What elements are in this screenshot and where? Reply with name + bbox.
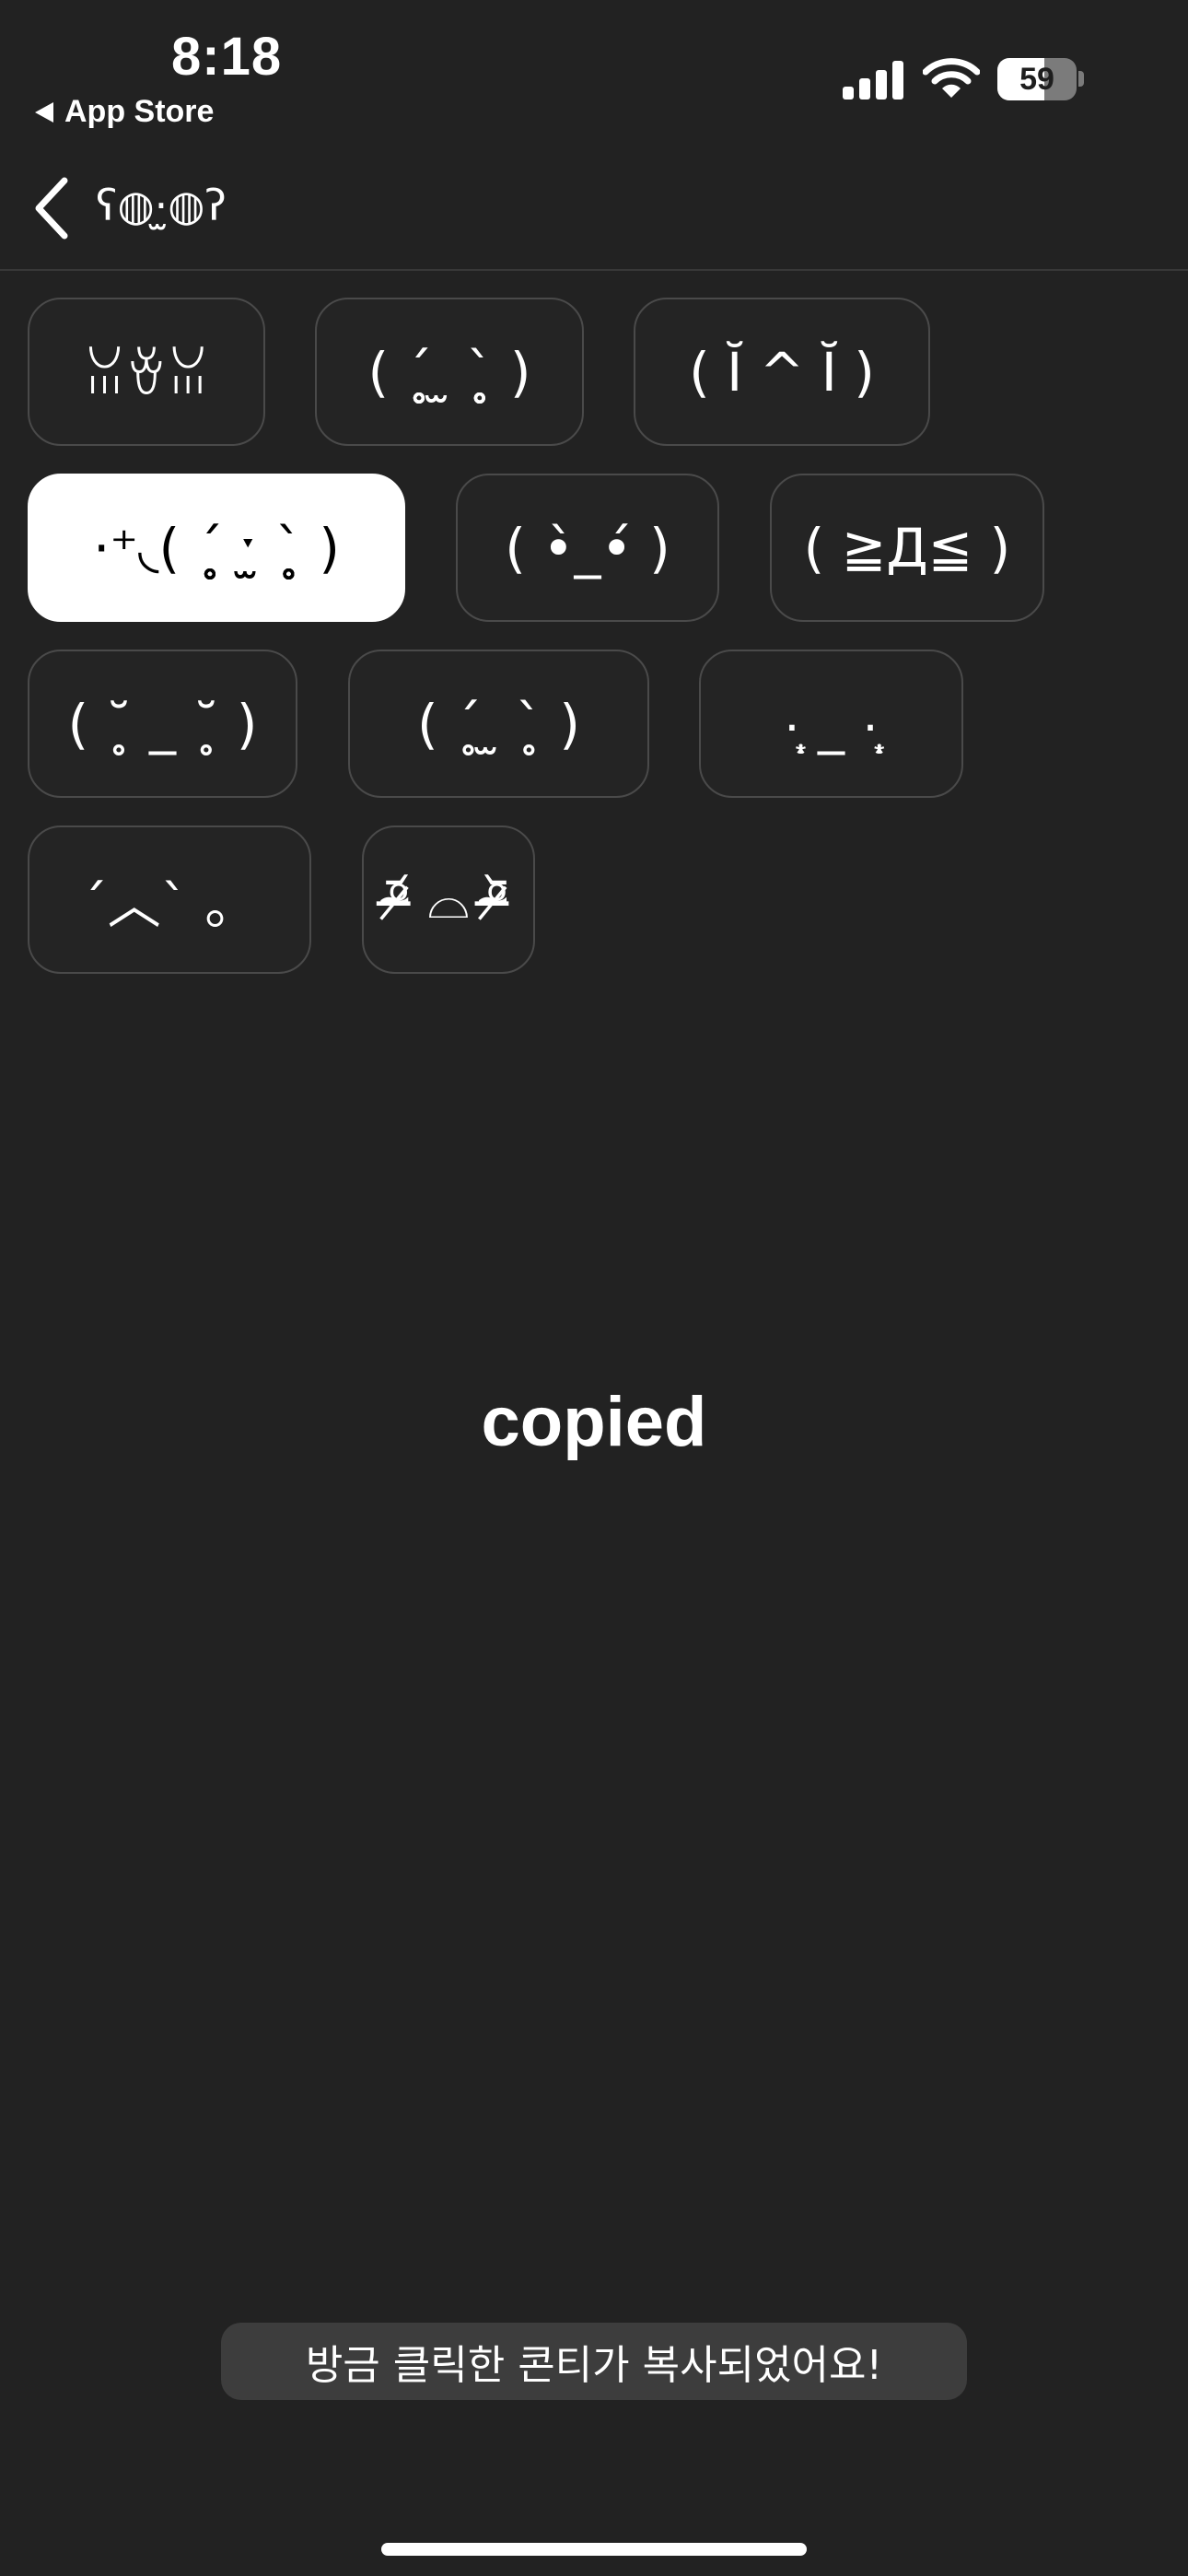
status-time: 8:18	[171, 27, 283, 87]
cellular-signal-icon	[843, 61, 903, 100]
emoticon-button[interactable]: ˊ︿ˋ 。	[28, 825, 311, 974]
copy-toast: 방금 클릭한 콘티가 복사되었어요!	[221, 2323, 967, 2400]
battery-percent: 59	[1019, 61, 1054, 97]
back-to-app-store[interactable]: App Store	[35, 94, 214, 130]
emoticon-button[interactable]: ( ≧Д≦ )	[770, 474, 1044, 622]
back-chevron-icon[interactable]	[31, 175, 72, 241]
home-indicator[interactable]	[381, 2543, 807, 2556]
emoticon-button[interactable]: ( •̀_•́ )	[456, 474, 719, 622]
page-title: ʕ◍·̫◍ʔ	[96, 181, 227, 230]
emoticon-button[interactable]: ꈍꈊꈍ	[28, 298, 265, 446]
back-to-app-store-label: App Store	[64, 94, 215, 129]
battery-nub	[1078, 71, 1084, 87]
wifi-icon	[923, 58, 980, 98]
emoticon-button[interactable]: ( ˊ̥̥̥̥̥ ̫ ˋ̥̥̥̥̥ )	[315, 298, 584, 446]
battery-icon: 59	[997, 58, 1077, 100]
emoticon-button[interactable]: ᵒ̴̶̷᷄ ⌓ ᵒ̴̶̷᷅	[362, 825, 535, 974]
emoticon-button-selected[interactable]: ·⁺◟( ˊ̥̥̥̥̥ ˑ̫ ˋ̥̥̥̥̥ )	[28, 474, 405, 622]
header-divider	[0, 269, 1188, 271]
emoticon-button[interactable]: ( ˘̥ _ ˘̥ )	[28, 650, 297, 798]
emoticon-button[interactable]: ·̩͙ _ ·̩͙	[699, 650, 963, 798]
emoticon-button[interactable]: ( Ĭ ^ Ĭ )	[634, 298, 930, 446]
emoticon-button[interactable]: ( ˊ̥ ̫ ˋ̥ )	[348, 650, 649, 798]
copied-label: copied	[481, 1383, 707, 1461]
back-triangle-icon	[35, 101, 53, 123]
